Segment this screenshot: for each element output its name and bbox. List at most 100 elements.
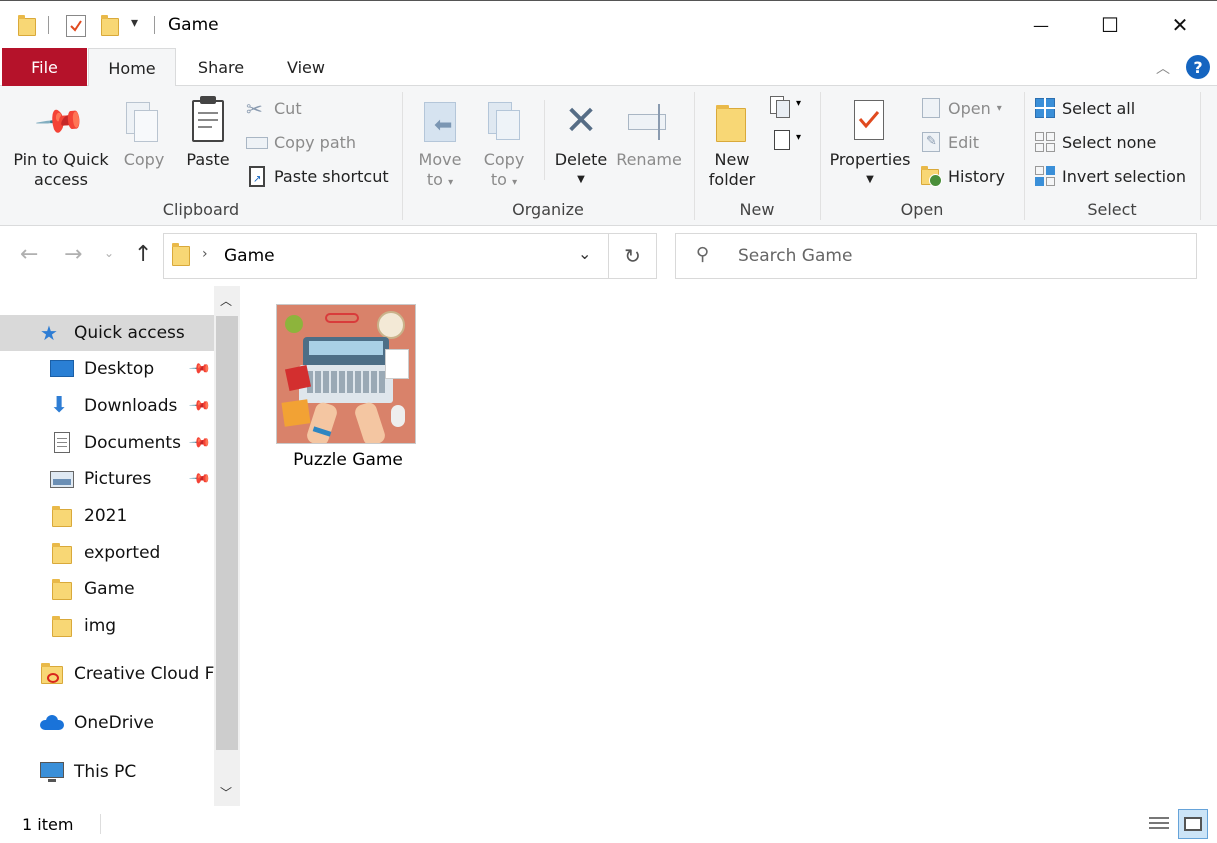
folder-icon <box>50 577 74 601</box>
select-all-icon <box>1034 97 1056 119</box>
new-item-button[interactable]: ▾ <box>770 96 806 122</box>
minimize-button[interactable]: — <box>1006 1 1076 49</box>
scrollbar-thumb[interactable] <box>216 316 238 750</box>
new-group-label: New <box>739 200 775 219</box>
status-divider <box>100 814 101 834</box>
dropdown-arrow-icon: ▼ <box>866 174 874 185</box>
delete-button[interactable]: ✕ Delete ▼ <box>552 92 610 190</box>
new-folder-icon <box>702 92 762 150</box>
nav-desktop[interactable]: Desktop 📌 <box>0 351 214 387</box>
tab-home[interactable]: Home <box>88 48 176 87</box>
clipboard-group-label: Clipboard <box>162 200 240 219</box>
select-none-icon <box>1034 131 1056 153</box>
search-box[interactable]: ⚲ Search Game <box>675 233 1197 279</box>
address-bar[interactable]: › Game ⌄ <box>163 233 609 279</box>
easy-access-button[interactable]: ▾ <box>770 130 806 156</box>
folder-icon <box>50 614 74 638</box>
nav-folder-game[interactable]: Game <box>0 571 214 607</box>
open-button[interactable]: Open ▾ <box>920 94 1002 122</box>
rename-button[interactable]: Rename <box>614 92 684 170</box>
paste-button[interactable]: Paste <box>180 92 236 170</box>
nav-onedrive[interactable]: OneDrive <box>0 705 214 741</box>
nav-folder-img[interactable]: img <box>0 608 214 644</box>
ribbon-tabs: File Home Share View ︿ ? <box>0 48 1217 87</box>
nav-downloads[interactable]: ⬇ Downloads 📌 <box>0 388 214 424</box>
nav-pictures[interactable]: Pictures 📌 <box>0 461 214 497</box>
nav-this-pc[interactable]: This PC <box>0 754 214 790</box>
new-folder-icon[interactable] <box>101 15 119 36</box>
invert-selection-button[interactable]: Invert selection <box>1034 162 1186 190</box>
clipboard-icon <box>180 92 236 150</box>
breadcrumb-item[interactable]: Game <box>224 246 275 266</box>
select-none-button[interactable]: Select none <box>1034 128 1156 156</box>
search-placeholder: Search Game <box>738 246 853 266</box>
properties-button[interactable]: Properties ▼ <box>828 92 912 190</box>
paste-shortcut-label: Paste shortcut <box>274 166 389 186</box>
close-button[interactable]: ✕ <box>1145 1 1215 49</box>
pin-to-quick-access-button[interactable]: 📌 Pin to Quick access <box>8 92 114 190</box>
group-inner-divider <box>544 100 545 180</box>
move-to-button[interactable]: ⬅ Move to ▾ <box>412 92 468 193</box>
large-icons-view-icon[interactable] <box>1178 809 1208 839</box>
status-bar: 1 item <box>0 806 1217 843</box>
forward-button[interactable]: → <box>64 242 82 267</box>
nav-quick-access[interactable]: ★ Quick access <box>0 315 214 351</box>
paste-shortcut-button[interactable]: ↗ Paste shortcut <box>246 162 389 190</box>
scroll-down-icon[interactable]: ﹀ <box>220 784 232 801</box>
move-label-line1: Move <box>418 150 462 169</box>
nav-folder-exported[interactable]: exported <box>0 535 214 571</box>
file-item[interactable]: Puzzle Game <box>268 300 428 480</box>
up-button[interactable]: ↑ <box>134 242 152 267</box>
edit-icon: ✎ <box>920 131 942 153</box>
edit-button[interactable]: ✎ Edit <box>920 128 979 156</box>
download-arrow-icon: ⬇ <box>50 393 69 418</box>
nav-label: Creative Cloud Fil <box>74 664 214 684</box>
dropdown-arrow-icon: ▾ <box>796 98 802 109</box>
copy-button[interactable]: Copy <box>118 92 170 170</box>
nav-folder-2021[interactable]: 2021 <box>0 498 214 534</box>
open-label: Open <box>948 98 991 118</box>
select-none-label: Select none <box>1062 132 1157 152</box>
cut-button[interactable]: ✂ Cut <box>246 94 302 122</box>
scroll-up-icon[interactable]: ︿ <box>220 292 232 309</box>
details-view-icon[interactable] <box>1146 812 1172 836</box>
collapse-ribbon-icon[interactable]: ︿ <box>1156 58 1170 78</box>
rename-label: Rename <box>616 150 682 169</box>
file-thumbnail-image <box>276 304 416 444</box>
nav-label: 2021 <box>84 506 128 526</box>
select-all-button[interactable]: Select all <box>1034 94 1135 122</box>
maximize-button[interactable]: ☐ <box>1075 1 1145 49</box>
address-dropdown-icon[interactable]: ⌄ <box>578 244 591 263</box>
nav-label: Game <box>84 579 135 599</box>
copy-to-label-line1: Copy <box>483 150 525 169</box>
recent-locations-icon[interactable]: ⌄ <box>104 246 114 260</box>
history-label: History <box>948 166 1005 186</box>
properties-icon[interactable] <box>66 15 86 37</box>
folder-icon <box>172 243 190 266</box>
nav-documents[interactable]: Documents 📌 <box>0 425 214 461</box>
refresh-button[interactable]: ↻ <box>609 233 657 279</box>
new-folder-button[interactable]: New folder <box>702 92 762 190</box>
desktop-icon <box>50 357 74 381</box>
help-icon[interactable]: ? <box>1186 55 1210 79</box>
nav-label: Pictures <box>84 469 152 489</box>
tab-view[interactable]: View <box>268 48 344 86</box>
tab-share[interactable]: Share <box>182 48 260 86</box>
open-icon <box>920 97 942 119</box>
select-all-label: Select all <box>1062 98 1136 118</box>
nav-label: Quick access <box>74 323 185 343</box>
qat-dropdown-icon[interactable]: ▾ <box>131 15 138 31</box>
copy-to-button[interactable]: Copy to ▾ <box>476 92 532 193</box>
ribbon: 📌 Pin to Quick access Copy Paste ✂ Cut C… <box>0 86 1217 226</box>
file-name: Puzzle Game <box>293 450 403 470</box>
back-button[interactable]: ← <box>20 242 38 267</box>
creative-cloud-icon <box>40 662 64 686</box>
rename-icon <box>614 92 684 150</box>
nav-creative-cloud[interactable]: Creative Cloud Fil <box>0 656 214 692</box>
dropdown-arrow-icon: ▾ <box>796 132 802 143</box>
open-group-label: Open <box>900 200 944 219</box>
history-button[interactable]: History <box>920 162 1005 190</box>
nav-scrollbar[interactable]: ︿ ﹀ <box>214 286 240 806</box>
copy-path-button[interactable]: Copy path <box>246 128 356 156</box>
onedrive-cloud-icon <box>40 711 64 735</box>
